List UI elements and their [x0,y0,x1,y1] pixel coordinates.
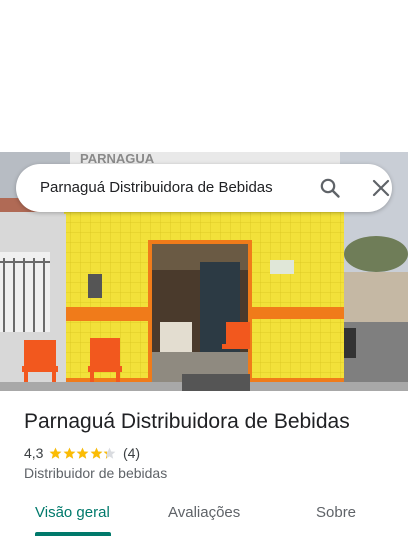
star-icon [104,447,116,459]
review-count[interactable]: (4) [123,445,140,461]
search-bar[interactable]: Parnaguá Distribuidora de Bebidas [16,164,392,212]
star-icon [50,447,62,459]
rating-stars [49,447,117,460]
top-blank-area [0,0,408,152]
search-input[interactable]: Parnaguá Distribuidora de Bebidas [40,164,273,212]
tab-overview[interactable]: Visão geral [35,504,110,521]
search-icon[interactable] [319,177,341,199]
place-title: Parnaguá Distribuidora de Bebidas [24,410,350,433]
close-icon[interactable] [370,177,392,199]
tab-about[interactable]: Sobre [316,504,356,521]
star-icon [90,447,103,459]
rating-value: 4,3 [24,445,44,461]
place-tabs: Visão geral Avaliações Sobre [0,500,408,544]
star-icon [63,447,76,459]
star-icon [77,447,89,459]
active-tab-indicator [35,532,111,536]
rating-row[interactable]: 4,3 (4) [24,444,140,462]
tab-reviews[interactable]: Avaliações [168,504,240,521]
place-category[interactable]: Distribuidor de bebidas [24,465,167,481]
